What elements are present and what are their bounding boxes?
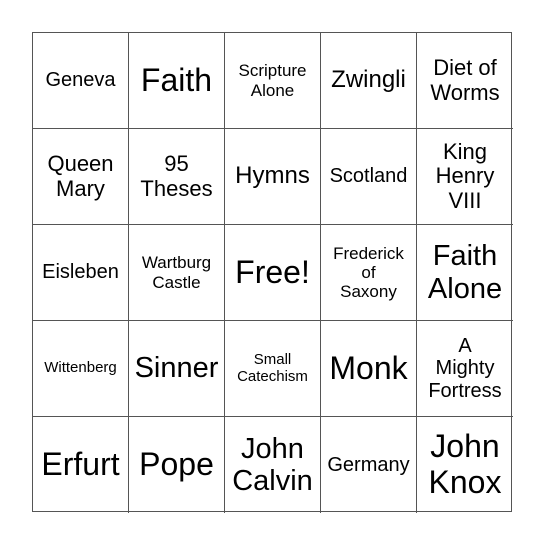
bingo-cell[interactable]: Zwingli xyxy=(321,33,417,129)
bingo-cell[interactable]: Faith xyxy=(129,33,225,129)
bingo-cell[interactable]: Diet of Worms xyxy=(417,33,513,129)
bingo-cell[interactable]: A Mighty Fortress xyxy=(417,321,513,417)
bingo-cell[interactable]: John Knox xyxy=(417,417,513,513)
bingo-cell[interactable]: King Henry VIII xyxy=(417,129,513,225)
bingo-cell[interactable]: 95 Theses xyxy=(129,129,225,225)
bingo-cell[interactable]: Geneva xyxy=(33,33,129,129)
bingo-cell[interactable]: Scotland xyxy=(321,129,417,225)
bingo-cell[interactable]: Wartburg Castle xyxy=(129,225,225,321)
bingo-cell[interactable]: Eisleben xyxy=(33,225,129,321)
bingo-cell[interactable]: Queen Mary xyxy=(33,129,129,225)
bingo-cell[interactable]: Wittenberg xyxy=(33,321,129,417)
bingo-cell[interactable]: Monk xyxy=(321,321,417,417)
bingo-cell[interactable]: Scripture Alone xyxy=(225,33,321,129)
bingo-cell[interactable]: John Calvin xyxy=(225,417,321,513)
bingo-cell[interactable]: Small Catechism xyxy=(225,321,321,417)
bingo-cell[interactable]: Erfurt xyxy=(33,417,129,513)
bingo-cell[interactable]: Frederick of Saxony xyxy=(321,225,417,321)
bingo-cell[interactable]: Hymns xyxy=(225,129,321,225)
bingo-cell[interactable]: Faith Alone xyxy=(417,225,513,321)
bingo-cell[interactable]: Sinner xyxy=(129,321,225,417)
free-space-cell[interactable]: Free! xyxy=(225,225,321,321)
bingo-board: Geneva Faith Scripture Alone Zwingli Die… xyxy=(32,32,513,513)
bingo-cell[interactable]: Pope xyxy=(129,417,225,513)
bingo-cell[interactable]: Germany xyxy=(321,417,417,513)
